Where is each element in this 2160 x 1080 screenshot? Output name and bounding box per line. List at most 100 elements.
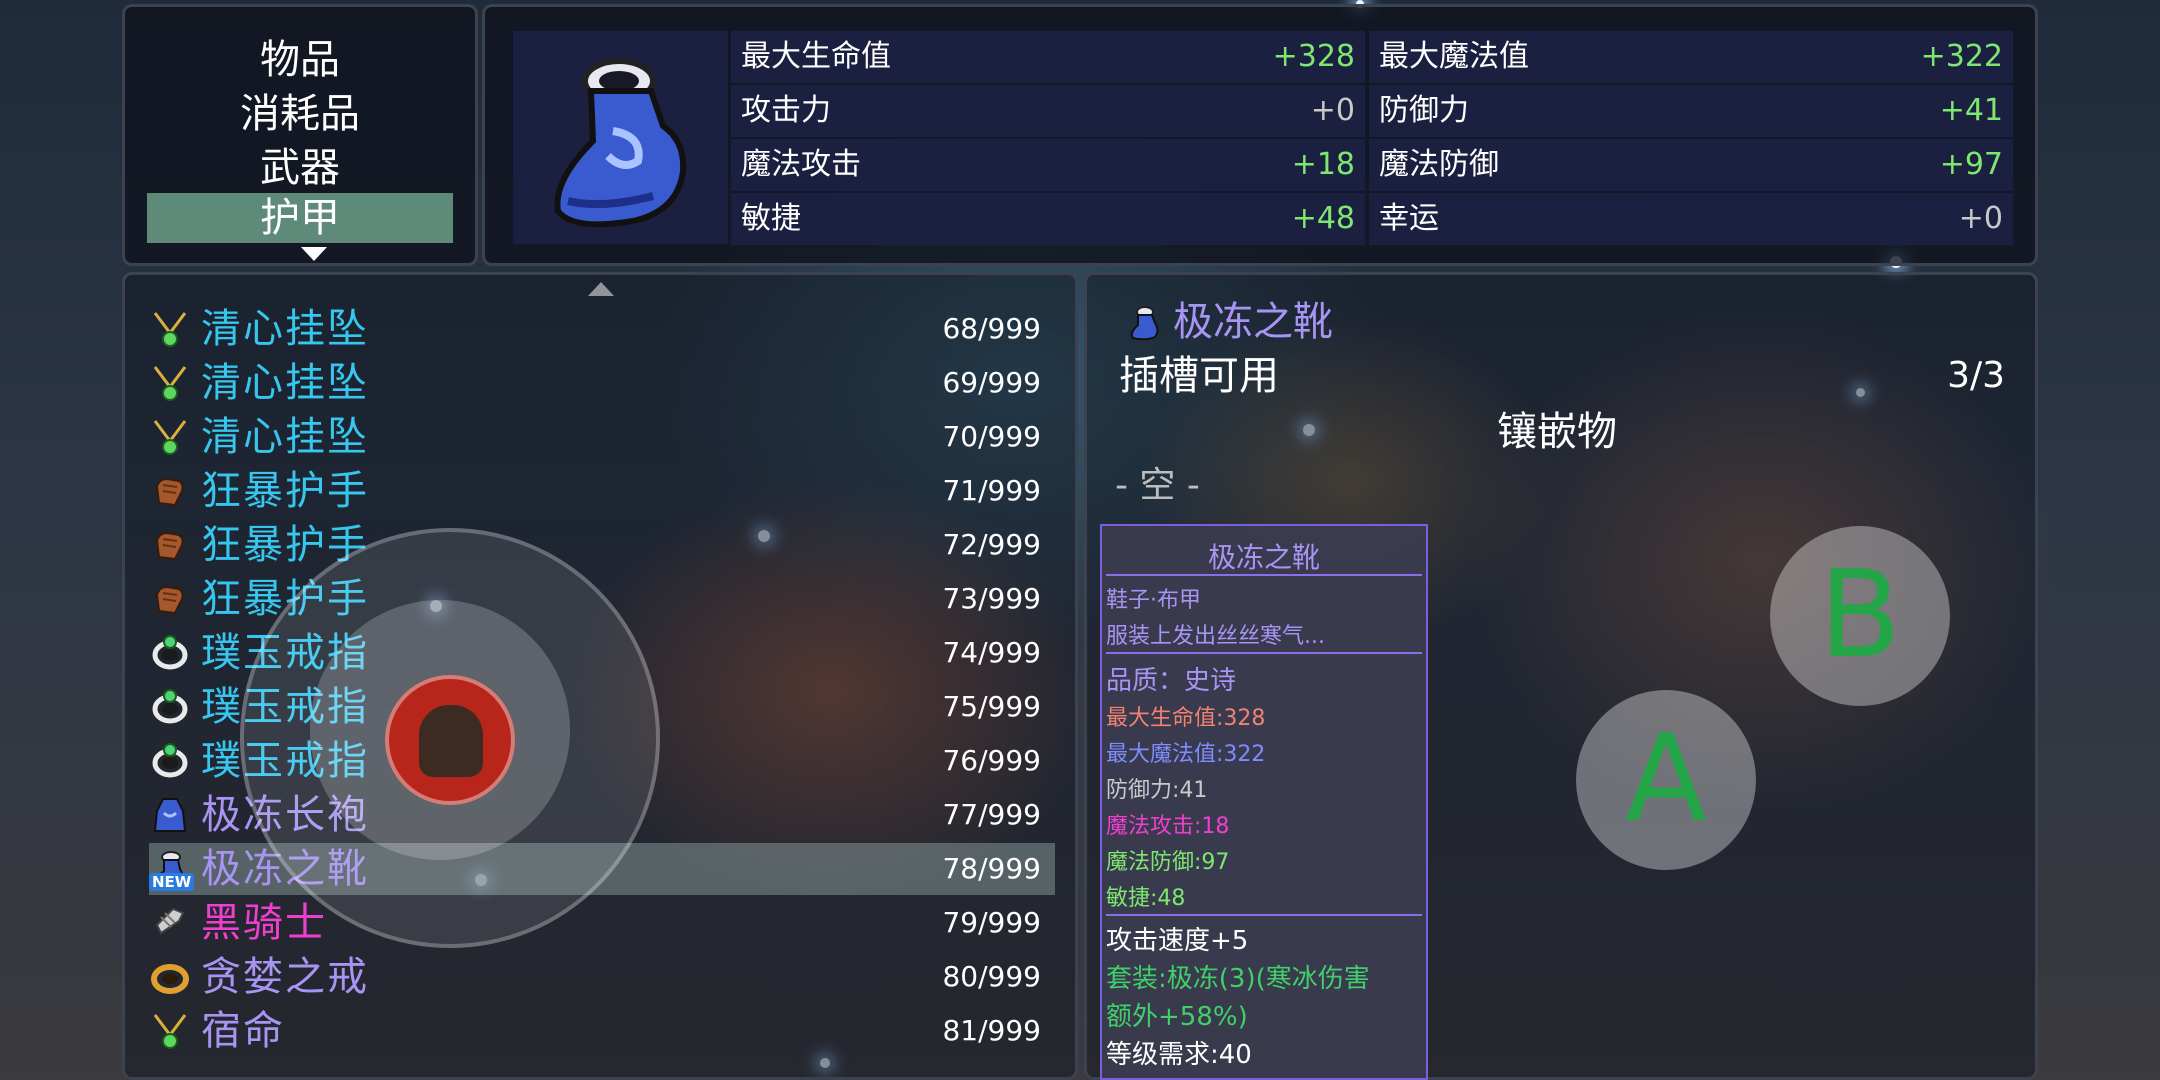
scroll-down-arrow-icon[interactable]	[301, 247, 327, 261]
stat-row-defense: 防御力 +41	[1369, 85, 2013, 137]
ring-icon	[149, 741, 191, 781]
new-badge: NEW	[149, 873, 195, 891]
tooltip-quality: 品质：史诗	[1106, 666, 1237, 696]
item-count: 75/999	[942, 690, 1041, 723]
tooltip-attack-speed: 攻击速度+5	[1106, 926, 1249, 956]
item-count: 69/999	[942, 366, 1041, 399]
divider	[1106, 652, 1422, 654]
item-count: 81/999	[942, 1014, 1041, 1047]
stat-row-magic-defense: 魔法防御 +97	[1369, 139, 2013, 191]
gold-ring-icon	[149, 957, 191, 997]
divider	[1106, 914, 1422, 916]
ring-icon	[149, 633, 191, 673]
tooltip-level-requirement: 等级需求:40	[1106, 1040, 1252, 1070]
stat-row-magic-attack: 魔法攻击 +18	[731, 139, 1365, 191]
tooltip-magic-defense: 魔法防御:97	[1106, 850, 1230, 875]
list-item[interactable]: 宿命 81/999	[149, 1005, 1055, 1057]
item-name: 清心挂坠	[201, 414, 369, 460]
stat-label: 幸运	[1379, 201, 1439, 236]
ring-icon	[149, 687, 191, 727]
pendant-icon	[149, 417, 191, 457]
stat-label: 攻击力	[741, 93, 831, 128]
stat-comparison-panel: 最大生命值 +328 攻击力 +0 魔法攻击 +18 敏捷 +48 最大魔法值 …	[482, 4, 2038, 266]
detail-item-name: 极冻之靴	[1173, 299, 1333, 345]
stat-value: +18	[1291, 147, 1355, 182]
stat-value: +41	[1939, 93, 2003, 128]
list-item[interactable]: 清心挂坠 69/999	[149, 357, 1055, 409]
stat-value: +0	[1310, 93, 1355, 128]
tooltip-description: 服装上发出丝丝寒气...	[1106, 624, 1325, 649]
stat-label: 最大魔法值	[1379, 39, 1529, 74]
item-count: 76/999	[942, 744, 1041, 777]
tooltip-set: 套装:极冻(3)(寒冰伤害	[1106, 964, 1370, 994]
stat-row-max-mp: 最大魔法值 +322	[1369, 31, 2013, 83]
inlay-label: 镶嵌物	[1497, 409, 1617, 455]
stat-row-agility: 敏捷 +48	[731, 193, 1365, 245]
tooltip-magic-attack: 魔法攻击:18	[1106, 814, 1230, 839]
pendant-icon	[149, 309, 191, 349]
stat-row-luck: 幸运 +0	[1369, 193, 2013, 245]
stat-row-max-hp: 最大生命值 +328	[731, 31, 1365, 83]
item-name: 贪婪之戒	[201, 954, 369, 1000]
boots-icon	[1130, 306, 1159, 341]
tooltip-title: 极冻之靴	[1207, 541, 1320, 574]
item-count: 77/999	[942, 798, 1041, 831]
tooltip-defense: 防御力:41	[1106, 778, 1208, 803]
item-count: 78/999	[942, 852, 1041, 885]
item-name: 清心挂坠	[201, 360, 369, 406]
gauntlet-icon	[149, 471, 191, 511]
item-tooltip: 极冻之靴 鞋子·布甲 服装上发出丝丝寒气... 品质：史诗 最大生命值:328 …	[1100, 524, 1428, 1080]
slots-label: 插槽可用	[1119, 353, 1279, 399]
list-item[interactable]: 清心挂坠 70/999	[149, 411, 1055, 463]
tooltip-type: 鞋子·布甲	[1106, 588, 1201, 613]
category-consumables[interactable]: 消耗品	[147, 89, 453, 139]
stat-label: 魔法防御	[1379, 147, 1499, 182]
character-face-icon	[419, 705, 483, 777]
pendant-icon	[149, 1011, 191, 1051]
item-count: 71/999	[942, 474, 1041, 507]
item-count: 80/999	[942, 960, 1041, 993]
list-item[interactable]: 狂暴护手 71/999	[149, 465, 1055, 517]
list-item[interactable]: 清心挂坠 68/999	[149, 303, 1055, 355]
a-button[interactable]: A	[1576, 690, 1756, 870]
tooltip-max-hp: 最大生命值:328	[1106, 706, 1266, 731]
stat-value: +48	[1291, 201, 1355, 236]
item-name: 清心挂坠	[201, 306, 369, 352]
list-item[interactable]: 黑骑士 79/999	[149, 897, 1055, 949]
stat-value: +322	[1920, 39, 2003, 74]
item-name: 宿命	[201, 1008, 285, 1054]
empty-slot[interactable]: - 空 -	[1115, 459, 1200, 513]
category-items[interactable]: 物品	[147, 35, 453, 85]
stat-label: 魔法攻击	[741, 147, 861, 182]
b-button[interactable]: B	[1770, 526, 1950, 706]
item-count: 72/999	[942, 528, 1041, 561]
stat-label: 防御力	[1379, 93, 1469, 128]
item-name: 黑骑士	[201, 900, 327, 946]
armor-icon	[149, 903, 191, 943]
list-item[interactable]: 狂暴护手 72/999	[149, 519, 1055, 571]
item-name: 狂暴护手	[201, 468, 369, 514]
tooltip-agility: 敏捷:48	[1106, 886, 1186, 911]
stat-value: +0	[1958, 201, 2003, 236]
stat-row-attack: 攻击力 +0	[731, 85, 1365, 137]
tooltip-set-bonus: 额外+58%)	[1106, 1002, 1248, 1032]
item-preview	[513, 31, 728, 244]
item-count: 68/999	[942, 312, 1041, 345]
stat-value: +328	[1272, 39, 1355, 74]
tooltip-max-mp: 最大魔法值:322	[1106, 742, 1266, 767]
stat-label: 敏捷	[741, 201, 801, 236]
category-armor[interactable]: 护甲	[147, 193, 453, 243]
slots-value: 3/3	[1947, 355, 2005, 396]
pendant-icon	[149, 363, 191, 403]
gauntlet-icon	[149, 579, 191, 619]
joystick-knob[interactable]	[385, 675, 515, 805]
stat-label: 最大生命值	[741, 39, 891, 74]
boots-icon	[554, 58, 687, 228]
divider	[1106, 574, 1422, 576]
robe-icon	[149, 795, 191, 835]
list-item[interactable]: 贪婪之戒 80/999	[149, 951, 1055, 1003]
category-weapons[interactable]: 武器	[147, 143, 453, 193]
item-count: 74/999	[942, 636, 1041, 669]
gauntlet-icon	[149, 525, 191, 565]
item-count: 73/999	[942, 582, 1041, 615]
